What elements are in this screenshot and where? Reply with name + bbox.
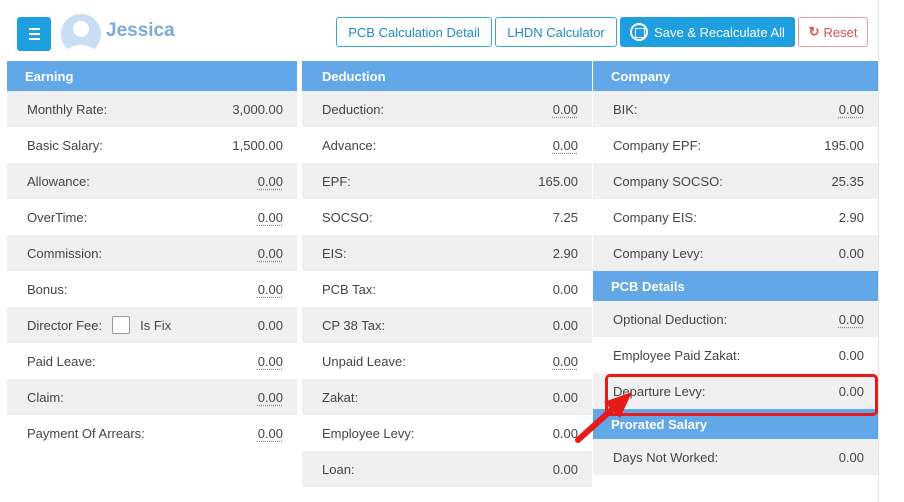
reset-label: Reset [823, 24, 858, 40]
deduction-row-socso: SOCSO: 7.25 [302, 199, 592, 235]
earning-row-paid-leave: Paid Leave: 0.00 [7, 343, 297, 379]
menu-toggle-button[interactable] [17, 17, 51, 51]
bonus-value-link[interactable]: 0.00 [258, 282, 283, 297]
save-label: Save & Recalculate All [654, 24, 785, 40]
deduction-row-unpaid-leave: Unpaid Leave: 0.00 [302, 343, 592, 379]
company-row-eis: Company EIS: 2.90 [593, 199, 878, 235]
company-header: Company [593, 61, 878, 91]
deduction-row-pcb-tax: PCB Tax: 0.00 [302, 271, 592, 307]
company-row-socso: Company SOCSO: 25.35 [593, 163, 878, 199]
commission-value-link[interactable]: 0.00 [258, 246, 283, 261]
calculator-icon [630, 23, 649, 41]
pcb-row-optional-deduction: Optional Deduction: 0.00 [593, 301, 878, 337]
company-row-levy: Company Levy: 0.00 [593, 235, 878, 271]
company-row-epf: Company EPF: 195.00 [593, 127, 878, 163]
hamburger-icon [28, 28, 40, 30]
is-fix-label: Is Fix [140, 317, 172, 333]
deduction-row-deduction: Deduction: 0.00 [302, 91, 592, 127]
save-recalculate-button[interactable]: Save & Recalculate All [620, 17, 795, 47]
optional-deduction-value-link[interactable]: 0.00 [839, 312, 864, 327]
overtime-value-link[interactable]: 0.00 [258, 210, 283, 225]
deduction-panel: Deduction Deduction: 0.00 Advance: 0.00 EP… [302, 61, 592, 487]
claim-value-link[interactable]: 0.00 [258, 390, 283, 405]
pcb-calculation-detail-button[interactable]: PCB Calculation Detail [336, 17, 492, 47]
earning-header: Earning [7, 61, 297, 91]
earning-row-basic-salary: Basic Salary: 1,500.00 [7, 127, 297, 163]
earning-row-monthly-rate: Monthly Rate: 3,000.00 [7, 91, 297, 127]
advance-value-link[interactable]: 0.00 [553, 138, 578, 153]
deduction-header: Deduction [302, 61, 592, 91]
avatar [61, 14, 101, 54]
deduction-row-advance: Advance: 0.00 [302, 127, 592, 163]
deduction-row-cp38-tax: CP 38 Tax: 0.00 [302, 307, 592, 343]
deduction-value-link[interactable]: 0.00 [553, 102, 578, 117]
deduction-row-employee-levy: Employee Levy: 0.00 [302, 415, 592, 451]
pcb-details-header: PCB Details [593, 271, 878, 301]
unpaid-leave-value-link[interactable]: 0.00 [553, 354, 578, 369]
refresh-icon: ↻ [808, 24, 820, 39]
earning-row-director-fee: Director Fee: Is Fix 0.00 [7, 307, 297, 343]
earning-row-overtime: OverTime: 0.00 [7, 199, 297, 235]
earning-row-commission: Commission: 0.00 [7, 235, 297, 271]
bik-value-link[interactable]: 0.00 [839, 102, 864, 117]
user-icon [61, 14, 101, 54]
is-fix-checkbox[interactable] [112, 316, 131, 334]
annotation-arrow-icon [575, 392, 632, 443]
earning-row-claim: Claim: 0.00 [7, 379, 297, 415]
deduction-row-loan: Loan: 0.00 [302, 451, 592, 487]
deduction-row-eis: EIS: 2.90 [302, 235, 592, 271]
deduction-row-zakat: Zakat: 0.00 [302, 379, 592, 415]
earning-panel: Earning Monthly Rate: 3,000.00 Basic Sala… [7, 61, 297, 451]
reset-button[interactable]: ↻ Reset [798, 17, 868, 47]
paid-leave-value-link[interactable]: 0.00 [258, 354, 283, 369]
company-row-bik: BIK: 0.00 [593, 91, 878, 127]
arrears-value-link[interactable]: 0.00 [258, 426, 283, 441]
allowance-value-link[interactable]: 0.00 [258, 174, 283, 189]
pcb-row-employee-paid-zakat: Employee Paid Zakat: 0.00 [593, 337, 878, 373]
payroll-frame: Jessica PCB Calculation Detail LHDN Calc… [0, 0, 879, 502]
earning-row-payment-of-arrears: Payment Of Arrears: 0.00 [7, 415, 297, 451]
earning-row-bonus: Bonus: 0.00 [7, 271, 297, 307]
earning-row-allowance: Allowance: 0.00 [7, 163, 297, 199]
employee-name: Jessica [106, 20, 175, 41]
lhdn-calculator-button[interactable]: LHDN Calculator [495, 17, 617, 47]
deduction-row-epf: EPF: 165.00 [302, 163, 592, 199]
